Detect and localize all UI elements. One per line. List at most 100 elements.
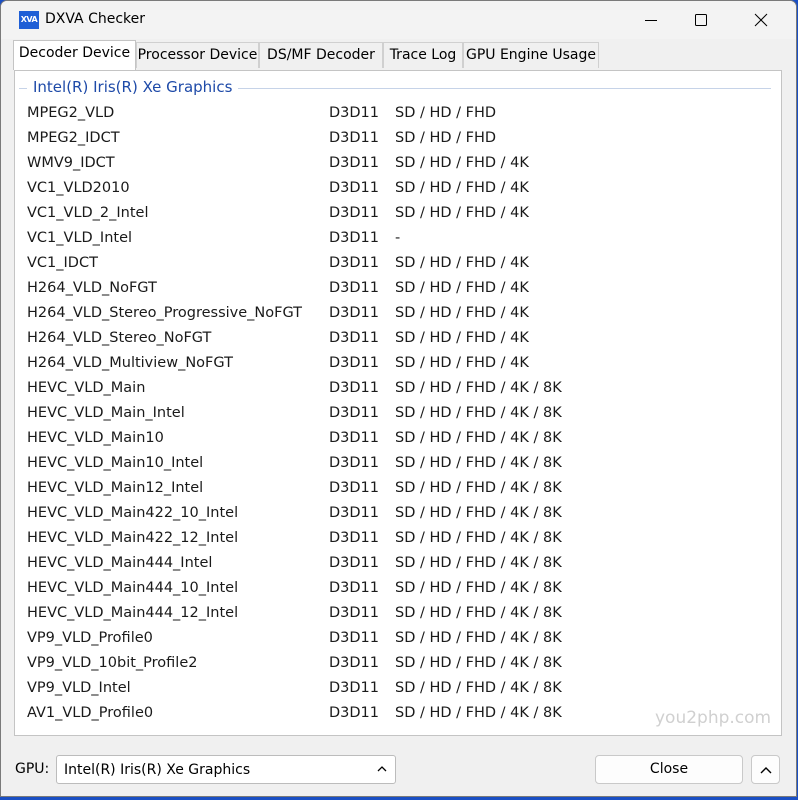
decoder-resolutions: SD / HD / FHD / 4K	[395, 205, 529, 221]
decoder-name: MPEG2_VLD	[27, 105, 115, 121]
decoder-name: WMV9_IDCT	[27, 155, 115, 171]
decoder-resolutions: SD / HD / FHD / 4K / 8K	[395, 680, 562, 696]
decoder-name: HEVC_VLD_Main10_Intel	[27, 455, 204, 471]
decoder-resolutions: SD / HD / FHD	[395, 130, 497, 146]
tab-gpu-engine-usage[interactable]: GPU Engine Usage	[463, 42, 599, 68]
close-window-button[interactable]	[734, 1, 788, 39]
gpu-label: GPU:	[15, 761, 50, 777]
decoder-name: H264_VLD_Stereo_NoFGT	[27, 330, 212, 346]
decoder-api: D3D11	[329, 680, 380, 696]
decoder-name: HEVC_VLD_Main422_10_Intel	[27, 505, 239, 521]
decoder-api: D3D11	[329, 230, 380, 246]
decoder-name: VP9_VLD_10bit_Profile2	[27, 655, 198, 671]
expand-button[interactable]	[751, 755, 780, 784]
decoder-resolutions: SD / HD / FHD / 4K / 8K	[395, 480, 562, 496]
decoder-api: D3D11	[329, 280, 380, 296]
minimize-button[interactable]	[624, 1, 678, 39]
decoder-resolutions: SD / HD / FHD / 4K	[395, 180, 529, 196]
decoder-name: HEVC_VLD_Main444_10_Intel	[27, 580, 239, 596]
decoder-api: D3D11	[329, 405, 380, 421]
decoder-api: D3D11	[329, 380, 380, 396]
decoder-api: D3D11	[329, 630, 380, 646]
decoder-name: AV1_VLD_Profile0	[27, 705, 154, 721]
decoder-name: HEVC_VLD_Main_Intel	[27, 405, 185, 421]
decoder-api: D3D11	[329, 255, 380, 271]
decoder-resolutions: SD / HD / FHD / 4K / 8K	[395, 380, 562, 396]
decoder-resolutions: SD / HD / FHD / 4K	[395, 330, 529, 346]
decoder-resolutions: -	[395, 230, 401, 246]
close-icon	[754, 13, 768, 27]
close-button[interactable]: Close	[595, 755, 743, 784]
decoder-resolutions: SD / HD / FHD / 4K / 8K	[395, 630, 562, 646]
decoder-resolutions: SD / HD / FHD / 4K / 8K	[395, 655, 562, 671]
decoder-resolutions: SD / HD / FHD / 4K	[395, 155, 529, 171]
decoder-name: H264_VLD_NoFGT	[27, 280, 157, 296]
decoder-api: D3D11	[329, 305, 380, 321]
decoder-name: HEVC_VLD_Main422_12_Intel	[27, 530, 239, 546]
decoder-api: D3D11	[329, 580, 380, 596]
decoder-resolutions: SD / HD / FHD / 4K / 8K	[395, 430, 562, 446]
title-bar[interactable]: XVA DXVA Checker	[1, 1, 796, 39]
decoder-resolutions: SD / HD / FHD	[395, 105, 497, 121]
decoder-api: D3D11	[329, 480, 380, 496]
decoder-resolutions: SD / HD / FHD / 4K	[395, 255, 529, 271]
decoder-api: D3D11	[329, 105, 380, 121]
decoder-name: HEVC_VLD_Main12_Intel	[27, 480, 204, 496]
tab-decoder-device[interactable]: Decoder Device	[13, 40, 136, 70]
decoder-api: D3D11	[329, 455, 380, 471]
decoder-resolutions: SD / HD / FHD / 4K / 8K	[395, 605, 562, 621]
chevron-up-icon	[760, 767, 772, 774]
decoder-name: VC1_IDCT	[27, 255, 98, 271]
decoder-api: D3D11	[329, 355, 380, 371]
maximize-icon	[695, 14, 707, 26]
decoder-name: H264_VLD_Stereo_Progressive_NoFGT	[27, 305, 303, 321]
decoder-api: D3D11	[329, 130, 380, 146]
decoder-name: HEVC_VLD_Main444_Intel	[27, 555, 213, 571]
app-logo-icon: XVA	[19, 11, 39, 29]
decoder-name: HEVC_VLD_Main	[27, 380, 146, 396]
decoder-name: VC1_VLD_2_Intel	[27, 205, 149, 221]
decoder-name: MPEG2_IDCT	[27, 130, 120, 146]
decoder-name: VP9_VLD_Profile0	[27, 630, 153, 646]
window-title: DXVA Checker	[45, 11, 146, 27]
decoder-api: D3D11	[329, 180, 380, 196]
decoder-resolutions: SD / HD / FHD / 4K	[395, 280, 529, 296]
decoder-resolutions: SD / HD / FHD / 4K / 8K	[395, 555, 562, 571]
chevron-up-icon	[377, 766, 387, 772]
decoder-resolutions: SD / HD / FHD / 4K / 8K	[395, 455, 562, 471]
decoder-device-panel: Intel(R) Iris(R) Xe Graphics MPEG2_VLD D3…	[14, 70, 782, 736]
tab-trace-log[interactable]: Trace Log	[383, 42, 463, 68]
decoder-api: D3D11	[329, 655, 380, 671]
app-window: XVA DXVA Checker Decoder Device Processo…	[0, 0, 797, 797]
minimize-icon	[645, 20, 657, 21]
gpu-select-value: Intel(R) Iris(R) Xe Graphics	[64, 762, 251, 778]
decoder-api: D3D11	[329, 505, 380, 521]
tab-ds-mf-decoder[interactable]: DS/MF Decoder	[259, 42, 383, 68]
decoder-resolutions: SD / HD / FHD / 4K / 8K	[395, 580, 562, 596]
decoder-name: HEVC_VLD_Main444_12_Intel	[27, 605, 239, 621]
decoder-api: D3D11	[329, 205, 380, 221]
decoder-name: HEVC_VLD_Main10	[27, 430, 164, 446]
decoder-resolutions: SD / HD / FHD / 4K / 8K	[395, 705, 562, 721]
decoder-api: D3D11	[329, 705, 380, 721]
decoder-api: D3D11	[329, 330, 380, 346]
decoder-name: H264_VLD_Multiview_NoFGT	[27, 355, 233, 371]
decoder-api: D3D11	[329, 155, 380, 171]
maximize-button[interactable]	[674, 1, 728, 39]
decoder-api: D3D11	[329, 530, 380, 546]
decoder-resolutions: SD / HD / FHD / 4K	[395, 355, 529, 371]
decoder-resolutions: SD / HD / FHD / 4K	[395, 305, 529, 321]
watermark: you2php.com	[655, 708, 772, 728]
decoder-resolutions: SD / HD / FHD / 4K / 8K	[395, 505, 562, 521]
decoder-name: VC1_VLD2010	[27, 180, 130, 196]
decoder-name: VC1_VLD_Intel	[27, 230, 133, 246]
decoder-name: VP9_VLD_Intel	[27, 680, 131, 696]
decoder-api: D3D11	[329, 555, 380, 571]
decoder-api: D3D11	[329, 605, 380, 621]
gpu-select[interactable]: Intel(R) Iris(R) Xe Graphics	[56, 755, 396, 784]
tab-processor-device[interactable]: Processor Device	[136, 42, 259, 68]
decoder-api: D3D11	[329, 430, 380, 446]
group-box-title: Intel(R) Iris(R) Xe Graphics	[27, 78, 239, 96]
decoder-resolutions: SD / HD / FHD / 4K / 8K	[395, 530, 562, 546]
decoder-resolutions: SD / HD / FHD / 4K / 8K	[395, 405, 562, 421]
